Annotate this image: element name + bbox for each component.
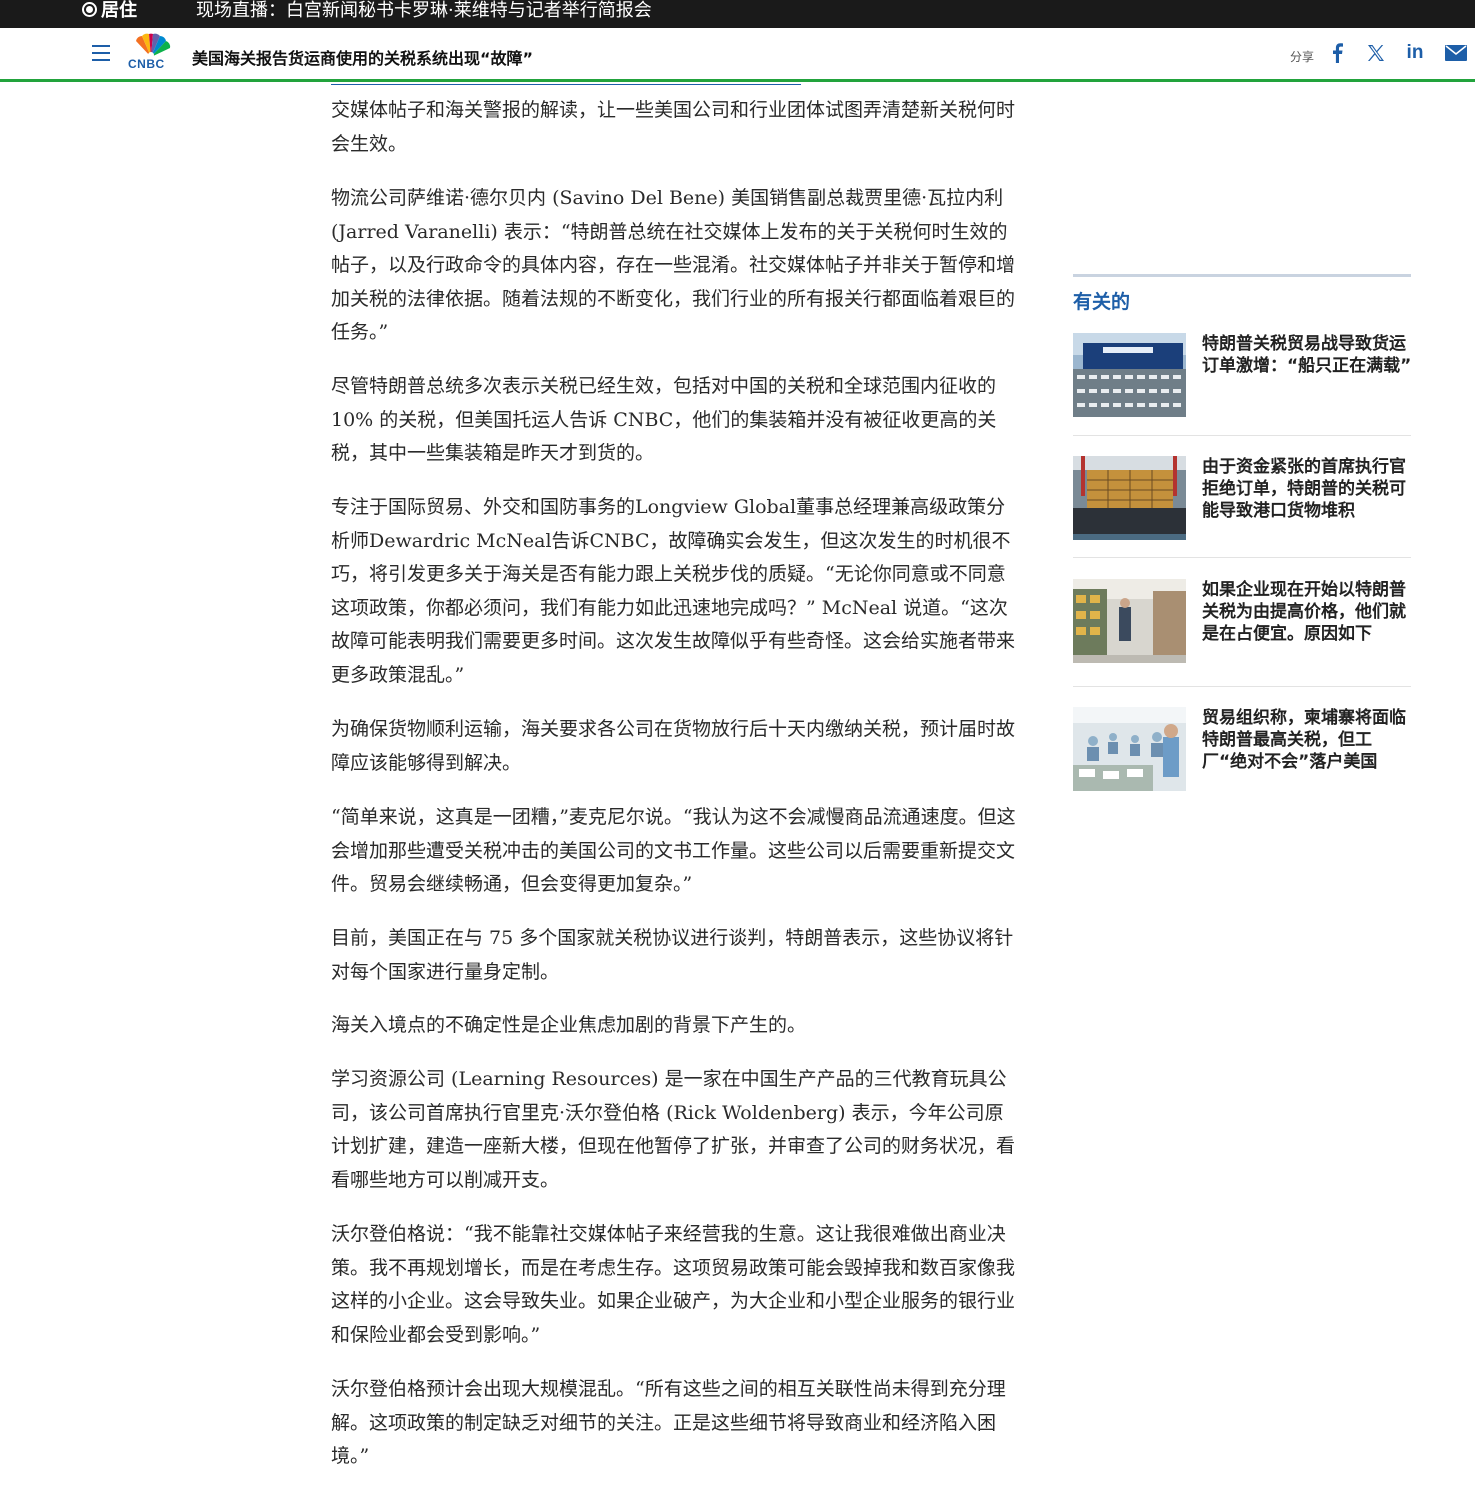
- logo-text: CNBC: [128, 57, 165, 71]
- container-ship-port-photo[interactable]: [1073, 456, 1186, 540]
- card-divider: [1073, 557, 1411, 558]
- related-card[interactable]: 特朗普关税贸易战导致货运订单激增：“船只正在满载”: [1073, 333, 1411, 436]
- email-icon[interactable]: [1444, 42, 1468, 64]
- article-paragraph: 交媒体帖子和海关警报的解读，让一些美国公司和行业团体试图弄清楚新关税何时会生效。: [331, 99, 1016, 155]
- article-paragraph: “简单来说，这真是一团糟，”麦克尼尔说。“我认为这不会减慢商品流通速度。但这会增…: [331, 806, 1016, 895]
- related-card-title[interactable]: 贸易组织称，柬埔寨将面临特朗普最高关税，但工厂“绝对不会”落户美国: [1202, 707, 1414, 773]
- cargo-ship-cars-photo[interactable]: [1073, 333, 1186, 417]
- article-paragraph: 沃尔登伯格说：“我不能靠社交媒体帖子来经营我的生意。这让我很难做出商业决策。我不…: [331, 1223, 1016, 1346]
- page-title: 美国海关报告货运商使用的关税系统出现“故障”: [192, 49, 534, 68]
- ticker-headline[interactable]: 现场直播：白宫新闻秘书卡罗琳·莱维特与记者举行简报会: [196, 0, 652, 22]
- grocery-store-aisle-photo[interactable]: [1073, 579, 1186, 663]
- linkedin-icon[interactable]: in: [1405, 42, 1425, 64]
- related-card[interactable]: 贸易组织称，柬埔寨将面临特朗普最高关税，但工厂“绝对不会”落户美国: [1073, 707, 1411, 791]
- related-card-title[interactable]: 由于资金紧张的首席执行官拒绝订单，特朗普的关税可能导致港口货物堆积: [1202, 456, 1414, 522]
- share-label: 分享: [1290, 50, 1315, 64]
- live-ticker-bar[interactable]: 居住 现场直播：白宫新闻秘书卡罗琳·莱维特与记者举行简报会: [0, 0, 1475, 28]
- article-paragraph: 为确保货物顺利运输，海关要求各公司在货物放行后十天内缴纳关税，预计届时故障应该能…: [331, 718, 1016, 774]
- live-label: 居住: [101, 0, 137, 21]
- menu-icon[interactable]: [92, 45, 110, 61]
- x-icon[interactable]: [1366, 42, 1386, 64]
- sticky-header: CNBC 美国海关报告货运商使用的关税系统出现“故障” 分享 in: [0, 28, 1475, 82]
- article-link-partial[interactable]: [331, 82, 801, 85]
- related-card[interactable]: 由于资金紧张的首席执行官拒绝订单，特朗普的关税可能导致港口货物堆积: [1073, 456, 1411, 559]
- live-badge[interactable]: 居住: [82, 0, 137, 22]
- article-paragraph: 目前，美国正在与 75 多个国家就关税协议进行谈判，特朗普表示，这些协议将针对每…: [331, 927, 1014, 983]
- facebook-icon[interactable]: [1328, 42, 1346, 64]
- related-divider: [1073, 274, 1411, 277]
- card-divider: [1073, 435, 1411, 436]
- related-card-title[interactable]: 特朗普关税贸易战导致货运订单激增：“船只正在满载”: [1202, 333, 1414, 377]
- cnbc-logo[interactable]: CNBC: [128, 33, 174, 73]
- card-divider: [1073, 686, 1411, 687]
- peacock-icon: [136, 33, 171, 58]
- article-paragraph: 海关入境点的不确定性是企业焦虑加剧的背景下产生的。: [331, 1014, 807, 1036]
- live-dot-icon: [82, 1, 97, 17]
- article-paragraph: 物流公司萨维诺·德尔贝内 (Savino Del Bene) 美国销售副总裁贾里…: [331, 187, 1016, 343]
- related-card[interactable]: 如果企业现在开始以特朗普关税为由提高价格，他们就是在占便宜。原因如下: [1073, 579, 1411, 687]
- article-paragraph: 专注于国际贸易、外交和国防事务的Longview Global董事总经理兼高级政…: [331, 496, 1016, 686]
- article-paragraph: 尽管特朗普总统多次表示关税已经生效，包括对中国的关税和全球范围内征收的 10% …: [331, 375, 997, 464]
- article-paragraph: 学习资源公司 (Learning Resources) 是一家在中国生产产品的三…: [331, 1068, 1016, 1191]
- garment-factory-photo[interactable]: [1073, 707, 1186, 791]
- related-heading: 有关的: [1073, 291, 1131, 313]
- article-paragraph: 沃尔登伯格预计会出现大规模混乱。“所有这些之间的相互关联性尚未得到充分理解。这项…: [331, 1378, 1006, 1467]
- related-card-title[interactable]: 如果企业现在开始以特朗普关税为由提高价格，他们就是在占便宜。原因如下: [1202, 579, 1414, 645]
